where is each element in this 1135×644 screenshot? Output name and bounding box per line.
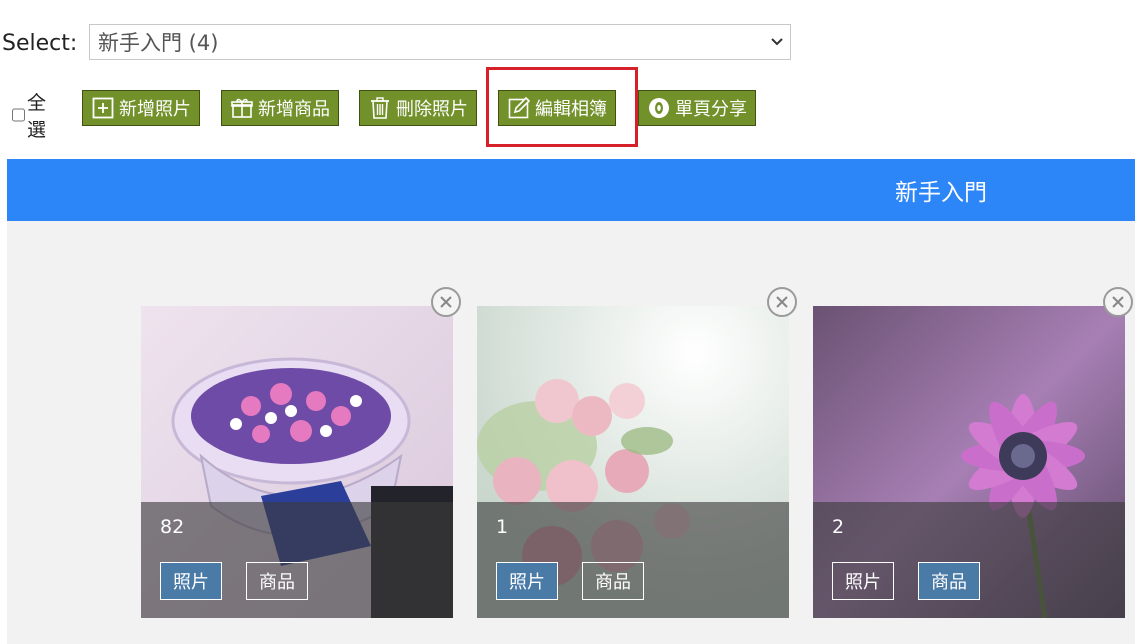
add-product-label: 新增商品: [258, 99, 330, 120]
photo-count: 1: [496, 516, 509, 538]
photo-card[interactable]: 2 照片 商品: [813, 306, 1125, 618]
album-title-bar: 新手入門: [7, 159, 1135, 221]
trash-icon: [368, 96, 392, 120]
album-title: 新手入門: [895, 180, 987, 206]
plus-square-icon: [91, 96, 115, 120]
card-overlay: 2 照片 商品: [813, 502, 1125, 618]
select-all-label: 全選: [27, 92, 47, 141]
close-icon[interactable]: [431, 287, 461, 317]
album-select-row: Select:: [0, 24, 87, 62]
photo-card[interactable]: 82 照片 商品: [141, 306, 453, 618]
select-all-input[interactable]: [12, 108, 25, 122]
delete-photo-button[interactable]: 刪除照片: [359, 90, 477, 126]
eye-icon: [647, 96, 671, 120]
add-photo-button[interactable]: 新增照片: [82, 90, 200, 126]
select-all-checkbox[interactable]: 全選: [12, 88, 47, 142]
product-tab-button[interactable]: 商品: [246, 562, 308, 600]
photo-count: 82: [160, 516, 185, 538]
card-overlay: 1 照片 商品: [477, 502, 789, 618]
card-overlay: 82 照片 商品: [141, 502, 453, 618]
album-select-value: 新手入門 (4): [98, 31, 219, 55]
highlight-box: [486, 67, 638, 147]
select-label: Select:: [2, 30, 78, 56]
photo-card[interactable]: 1 照片 商品: [477, 306, 789, 618]
delete-photo-label: 刪除照片: [396, 99, 468, 120]
chevron-down-icon: [771, 38, 783, 46]
close-icon[interactable]: [1103, 287, 1133, 317]
photo-tab-button[interactable]: 照片: [496, 562, 558, 600]
product-tab-button[interactable]: 商品: [918, 562, 980, 600]
album-select[interactable]: 新手入門 (4): [89, 24, 791, 60]
add-product-button[interactable]: 新增商品: [221, 90, 339, 126]
photo-tab-button[interactable]: 照片: [832, 562, 894, 600]
share-page-label: 單頁分享: [675, 99, 747, 120]
photo-tab-button[interactable]: 照片: [160, 562, 222, 600]
share-page-button[interactable]: 單頁分享: [638, 90, 756, 126]
gift-icon: [230, 96, 254, 120]
add-photo-label: 新增照片: [119, 99, 191, 120]
product-tab-button[interactable]: 商品: [582, 562, 644, 600]
photo-count: 2: [832, 516, 845, 538]
close-icon[interactable]: [767, 287, 797, 317]
